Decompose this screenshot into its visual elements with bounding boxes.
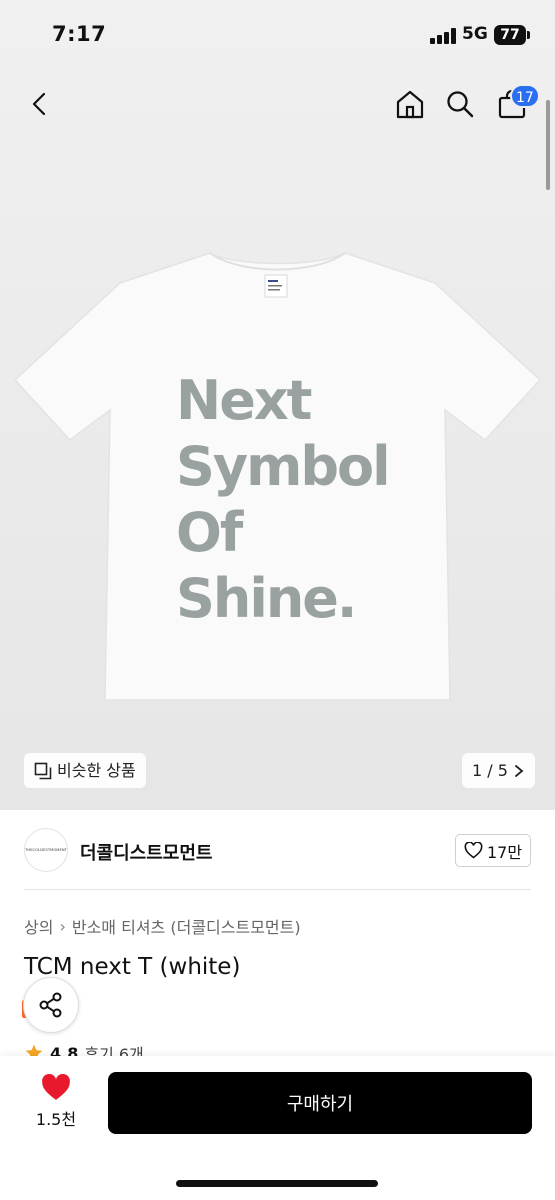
home-icon [396, 90, 424, 119]
divider [24, 889, 531, 890]
back-button[interactable] [20, 84, 60, 124]
status-bar: 7:17 5G 77 [0, 0, 555, 70]
breadcrumb-category[interactable]: 상의 [24, 914, 53, 938]
copy-icon [34, 762, 52, 779]
breadcrumb-subcategory[interactable]: 반소매 티셔츠 (더콜디스트모먼트) [72, 914, 301, 938]
similar-products-label: 비슷한 상품 [57, 761, 136, 780]
signal-icon [430, 28, 456, 44]
chevron-right-icon: › [59, 916, 66, 936]
wishlist-count: 1.5천 [35, 1110, 77, 1129]
search-icon [447, 91, 474, 118]
search-button[interactable] [440, 84, 480, 124]
shirt-print-line: Shine. [176, 567, 357, 630]
home-indicator [176, 1180, 378, 1187]
home-button[interactable] [390, 84, 430, 124]
heart-filled-icon [42, 1074, 70, 1100]
similar-products-button[interactable]: 비슷한 상품 [24, 753, 146, 788]
breadcrumb: 상의 › 반소매 티셔츠 (더콜디스트모먼트) [24, 914, 301, 938]
share-button[interactable] [23, 977, 79, 1033]
image-pager-button[interactable]: 1 / 5 [462, 753, 535, 788]
back-icon [32, 92, 46, 116]
status-time: 7:17 [52, 22, 107, 46]
shirt-print-text: Next Symbol Of Shine. [176, 368, 391, 632]
shirt-print-line: Next [176, 369, 312, 432]
brand-logo[interactable]: THECOLDESTMOMENT [24, 828, 68, 872]
brand-like-button[interactable]: 17만 [455, 834, 531, 867]
wishlist-button[interactable]: 1.5천 [26, 1074, 86, 1134]
battery-icon: 77 [494, 25, 526, 45]
shirt-print-line: Of [176, 501, 243, 564]
heart-outline-icon [464, 842, 483, 859]
buy-button[interactable]: 구매하기 [108, 1072, 532, 1134]
chevron-right-icon [515, 764, 524, 777]
battery-tip [527, 31, 530, 39]
brand-like-count: 17만 [486, 842, 523, 862]
network-type: 5G [462, 24, 488, 44]
scrollbar[interactable] [546, 100, 550, 190]
brand-logo-text: THECOLDESTMOMENT [25, 848, 67, 852]
cart-count-badge: 17 [510, 84, 540, 108]
share-icon [39, 992, 62, 1018]
image-pager-label: 1 / 5 [472, 761, 508, 780]
shirt-print-line: Symbol [176, 435, 391, 498]
brand-name[interactable]: 더콜디스트모먼트 [80, 839, 212, 865]
product-title: TCM next T (white) [24, 954, 241, 980]
